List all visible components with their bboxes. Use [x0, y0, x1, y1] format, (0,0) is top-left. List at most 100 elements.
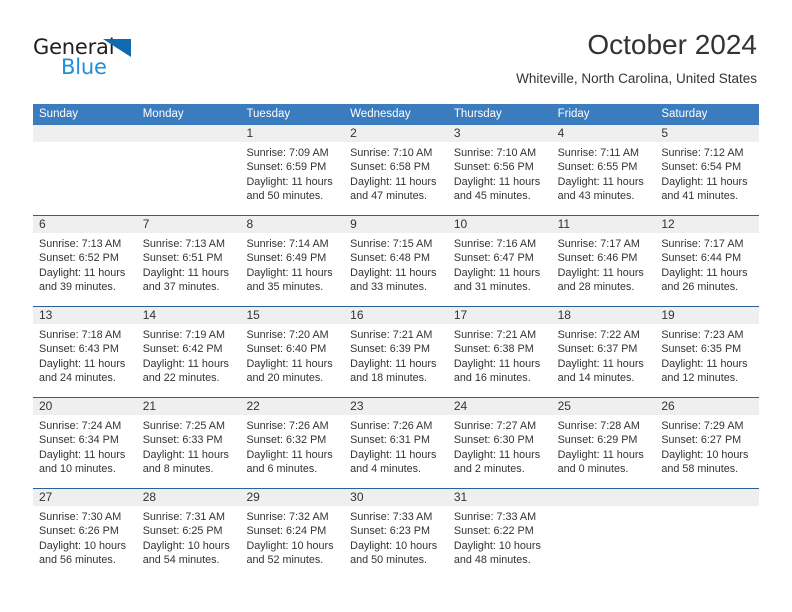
daylight-text-line2: and 43 minutes. — [557, 190, 635, 203]
day-info: Sunrise: 7:21 AM Sunset: 6:39 PM Dayligh… — [350, 328, 448, 386]
sunrise-text: Sunrise: 7:32 AM — [246, 511, 329, 523]
day-cell[interactable]: 15 Sunrise: 7:20 AM Sunset: 6:40 PM Dayl… — [240, 307, 344, 397]
sunrise-text: Sunrise: 7:27 AM — [453, 420, 537, 432]
sunset-text: Sunset: 6:39 PM — [350, 343, 430, 356]
sunrise-text: Sunrise: 7:26 AM — [350, 420, 433, 432]
day-cell[interactable]: 30 Sunrise: 7:33 AM Sunset: 6:23 PM Dayl… — [344, 489, 448, 579]
daylight-text-line1: Daylight: 11 hours — [246, 266, 333, 279]
day-cell[interactable]: 23 Sunrise: 7:26 AM Sunset: 6:31 PM Dayl… — [344, 398, 448, 488]
day-info: Sunrise: 7:19 AM Sunset: 6:42 PM Dayligh… — [143, 328, 241, 386]
sunset-text: Sunset: 6:25 PM — [142, 525, 223, 538]
sunset-text: Sunset: 6:37 PM — [557, 343, 638, 356]
day-cell[interactable]: 17 Sunrise: 7:21 AM Sunset: 6:38 PM Dayl… — [448, 307, 552, 397]
sunrise-text: Sunrise: 7:11 AM — [557, 147, 640, 159]
daylight-text-line2: and 28 minutes. — [557, 281, 635, 294]
calendar-page: General Blue October 2024 Whiteville, No… — [0, 0, 792, 612]
day-info: Sunrise: 7:29 AM Sunset: 6:27 PM Dayligh… — [661, 419, 759, 477]
general-blue-logo[interactable]: General Blue — [33, 36, 213, 82]
day-cell[interactable]: 2 Sunrise: 7:10 AM Sunset: 6:58 PM Dayli… — [344, 125, 448, 215]
day-cell[interactable]: 12 Sunrise: 7:17 AM Sunset: 6:44 PM Dayl… — [655, 216, 759, 306]
sunrise-text: Sunrise: 7:22 AM — [557, 329, 640, 341]
day-number: 31 — [453, 490, 468, 504]
day-cell[interactable]: 19 Sunrise: 7:23 AM Sunset: 6:35 PM Dayl… — [655, 307, 759, 397]
day-number: 6 — [39, 217, 46, 231]
day-cell[interactable]: 14 Sunrise: 7:19 AM Sunset: 6:42 PM Dayl… — [137, 307, 241, 397]
daylight-text-line2: and 16 minutes. — [453, 372, 531, 385]
day-cell[interactable]: 18 Sunrise: 7:22 AM Sunset: 6:37 PM Dayl… — [552, 307, 656, 397]
sunset-text: Sunset: 6:22 PM — [453, 525, 534, 538]
day-info: Sunrise: 7:27 AM Sunset: 6:30 PM Dayligh… — [454, 419, 552, 477]
daylight-text-line2: and 8 minutes. — [142, 463, 214, 476]
week-row: 27 Sunrise: 7:30 AM Sunset: 6:26 PM Dayl… — [33, 488, 759, 579]
sunrise-text: Sunrise: 7:33 AM — [453, 511, 537, 523]
daylight-text-line1: Daylight: 11 hours — [453, 448, 541, 461]
daylight-text-line2: and 50 minutes. — [350, 554, 427, 567]
day-info: Sunrise: 7:28 AM Sunset: 6:29 PM Dayligh… — [558, 419, 656, 477]
sunset-text: Sunset: 6:48 PM — [350, 252, 430, 265]
day-number: 19 — [661, 308, 675, 322]
day-cell[interactable]: 13 Sunrise: 7:18 AM Sunset: 6:43 PM Dayl… — [33, 307, 137, 397]
day-cell[interactable]: 10 Sunrise: 7:16 AM Sunset: 6:47 PM Dayl… — [448, 216, 552, 306]
day-number: 13 — [39, 308, 53, 322]
sunrise-text: Sunrise: 7:10 AM — [350, 147, 433, 159]
day-info: Sunrise: 7:10 AM Sunset: 6:56 PM Dayligh… — [454, 146, 552, 204]
daylight-text-line2: and 48 minutes. — [453, 554, 531, 567]
day-cell[interactable]: 1 Sunrise: 7:09 AM Sunset: 6:59 PM Dayli… — [240, 125, 344, 215]
daylight-text-line1: Daylight: 11 hours — [661, 266, 748, 279]
weekday-thursday: Thursday — [453, 108, 502, 120]
day-cell[interactable]: 11 Sunrise: 7:17 AM Sunset: 6:46 PM Dayl… — [552, 216, 656, 306]
sunset-text: Sunset: 6:34 PM — [39, 434, 119, 447]
sunrise-text: Sunrise: 7:20 AM — [246, 329, 329, 341]
day-number: 9 — [350, 217, 357, 231]
day-cell[interactable]: 24 Sunrise: 7:27 AM Sunset: 6:30 PM Dayl… — [448, 398, 552, 488]
daylight-text-line2: and 2 minutes. — [453, 463, 525, 476]
day-info: Sunrise: 7:25 AM Sunset: 6:33 PM Dayligh… — [143, 419, 241, 477]
daylight-text-line2: and 58 minutes. — [661, 463, 739, 476]
sunrise-text: Sunrise: 7:23 AM — [661, 329, 744, 341]
day-info: Sunrise: 7:26 AM Sunset: 6:31 PM Dayligh… — [350, 419, 448, 477]
daylight-text-line1: Daylight: 10 hours — [246, 539, 334, 552]
daylight-text-line2: and 35 minutes. — [246, 281, 324, 294]
day-cell[interactable]: 16 Sunrise: 7:21 AM Sunset: 6:39 PM Dayl… — [344, 307, 448, 397]
day-info: Sunrise: 7:15 AM Sunset: 6:48 PM Dayligh… — [350, 237, 448, 295]
day-cell[interactable]: 9 Sunrise: 7:15 AM Sunset: 6:48 PM Dayli… — [344, 216, 448, 306]
day-info: Sunrise: 7:13 AM Sunset: 6:52 PM Dayligh… — [39, 237, 137, 295]
day-cell[interactable]: 3 Sunrise: 7:10 AM Sunset: 6:56 PM Dayli… — [448, 125, 552, 215]
day-number: 17 — [453, 308, 468, 322]
week-row: 13 Sunrise: 7:18 AM Sunset: 6:43 PM Dayl… — [33, 306, 759, 397]
day-cell[interactable]: 31 Sunrise: 7:33 AM Sunset: 6:22 PM Dayl… — [448, 489, 552, 579]
day-cell[interactable]: 29 Sunrise: 7:32 AM Sunset: 6:24 PM Dayl… — [240, 489, 344, 579]
sunrise-text: Sunrise: 7:17 AM — [661, 238, 744, 250]
sunrise-text: Sunrise: 7:29 AM — [661, 420, 744, 432]
sunrise-text: Sunrise: 7:15 AM — [350, 238, 433, 250]
sunset-text: Sunset: 6:46 PM — [557, 252, 638, 265]
daylight-text-line2: and 31 minutes. — [453, 281, 531, 294]
day-number: 12 — [661, 217, 675, 231]
daylight-text-line1: Daylight: 11 hours — [39, 448, 126, 461]
day-number: 14 — [142, 308, 157, 322]
daylight-text-line1: Daylight: 10 hours — [39, 539, 127, 552]
sunset-text: Sunset: 6:55 PM — [557, 161, 638, 174]
daylight-text-line2: and 52 minutes. — [246, 554, 324, 567]
day-cell[interactable]: 21 Sunrise: 7:25 AM Sunset: 6:33 PM Dayl… — [137, 398, 241, 488]
day-cell[interactable]: 6 Sunrise: 7:13 AM Sunset: 6:52 PM Dayli… — [33, 216, 137, 306]
day-cell[interactable]: 22 Sunrise: 7:26 AM Sunset: 6:32 PM Dayl… — [240, 398, 344, 488]
day-cell[interactable]: 28 Sunrise: 7:31 AM Sunset: 6:25 PM Dayl… — [137, 489, 241, 579]
sunset-text: Sunset: 6:23 PM — [350, 525, 430, 538]
day-cell[interactable]: 8 Sunrise: 7:14 AM Sunset: 6:49 PM Dayli… — [240, 216, 344, 306]
day-cell[interactable]: 20 Sunrise: 7:24 AM Sunset: 6:34 PM Dayl… — [33, 398, 137, 488]
day-cell[interactable]: 7 Sunrise: 7:13 AM Sunset: 6:51 PM Dayli… — [137, 216, 241, 306]
day-cell[interactable]: 4 Sunrise: 7:11 AM Sunset: 6:55 PM Dayli… — [552, 125, 656, 215]
day-number: 16 — [350, 308, 364, 322]
day-cell[interactable]: 27 Sunrise: 7:30 AM Sunset: 6:26 PM Dayl… — [33, 489, 137, 579]
day-cell — [552, 489, 656, 579]
sunset-text: Sunset: 6:24 PM — [246, 525, 327, 538]
sunset-text: Sunset: 6:42 PM — [142, 343, 223, 356]
daylight-text-line2: and 0 minutes. — [557, 463, 629, 476]
sunset-text: Sunset: 6:52 PM — [39, 252, 119, 265]
day-cell[interactable]: 25 Sunrise: 7:28 AM Sunset: 6:29 PM Dayl… — [552, 398, 656, 488]
sunrise-text: Sunrise: 7:13 AM — [142, 238, 225, 250]
day-cell[interactable]: 26 Sunrise: 7:29 AM Sunset: 6:27 PM Dayl… — [655, 398, 759, 488]
sunrise-text: Sunrise: 7:28 AM — [557, 420, 640, 432]
day-cell[interactable]: 5 Sunrise: 7:12 AM Sunset: 6:54 PM Dayli… — [655, 125, 759, 215]
